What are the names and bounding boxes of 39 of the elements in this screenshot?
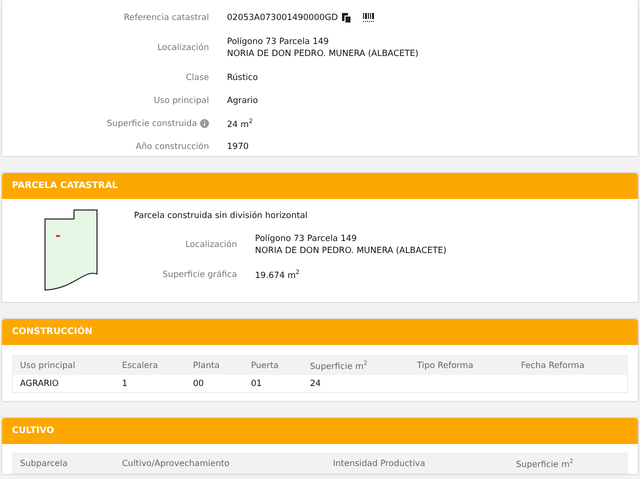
section-header: PARCELA CATASTRAL xyxy=(2,173,638,199)
field-label: Superficie gráfica xyxy=(162,270,237,280)
table-cell: AGRARIO xyxy=(20,378,59,388)
column-header: Tipo Reforma xyxy=(417,360,474,370)
copy-icon[interactable] xyxy=(342,12,351,22)
table-cell: 24 xyxy=(310,378,321,388)
section-header: CONSTRUCCIÓN xyxy=(2,319,638,345)
field-label: Superficie construida xyxy=(106,118,197,128)
column-header: Uso principal xyxy=(20,360,76,370)
table-cell: 00 xyxy=(193,378,204,388)
field-value: Agrario xyxy=(227,96,258,106)
column-header: Intensidad Productiva xyxy=(333,458,426,468)
field-label: Uso principal xyxy=(154,96,209,106)
column-header: Escalera xyxy=(122,360,159,370)
column-header: Fecha Reforma xyxy=(521,360,586,370)
field-value: 24 m$^{2}$ xyxy=(227,118,253,130)
column-header: Cultivo/Aprovechamiento xyxy=(122,458,231,468)
parcel-description: Parcela construida sin división horizontal xyxy=(134,211,309,221)
table-cell: 01 xyxy=(251,378,262,388)
column-header: Subparcela xyxy=(20,458,69,468)
column-header: Planta xyxy=(193,360,221,370)
field-label: Clase xyxy=(186,72,209,82)
table-cell: 1 xyxy=(122,378,128,388)
field-value: 1970 xyxy=(227,142,249,152)
field-value: Rústico xyxy=(227,72,258,82)
field-value: 19.674 m$^{2}$ xyxy=(255,269,300,281)
field-value: Polígono 73 Parcela 149 NORIA DE DON PEDRO. MUNERA (ALBACETE) xyxy=(227,36,418,60)
field-label: Año construcción xyxy=(136,142,209,152)
field-label: Localización xyxy=(157,42,209,52)
column-header: Superficie m$^{2}$ xyxy=(516,458,574,470)
field-label: Localización xyxy=(185,240,237,250)
column-header: Superficie m$^{2}$ xyxy=(310,360,368,372)
barcode-icon[interactable] xyxy=(362,13,375,22)
column-header: Puerta xyxy=(251,360,280,370)
info-icon[interactable] xyxy=(200,119,209,128)
field-value: 02053A073001490000GD xyxy=(227,12,338,22)
field-value: Polígono 73 Parcela 149 NORIA DE DON PEDRO. MUNERA (ALBACETE) xyxy=(255,233,446,257)
section-header: CULTIVO xyxy=(2,418,638,444)
field-label: Referencia catastral xyxy=(124,12,209,22)
